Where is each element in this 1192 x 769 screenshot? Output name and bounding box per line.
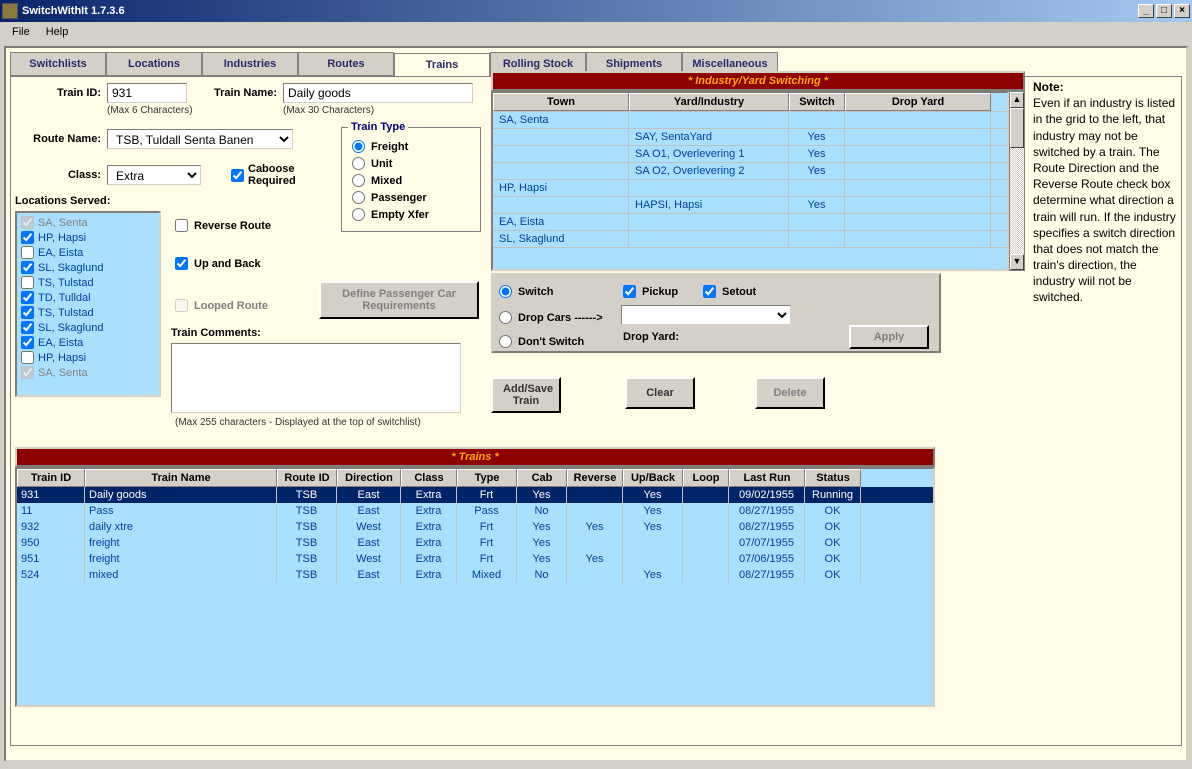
titlebar: SwitchWithIt 1.7.3.6 _ □ ×: [0, 0, 1192, 22]
table-row[interactable]: SAY, SentaYardYes: [493, 129, 1007, 146]
list-item[interactable]: SA, Senta: [19, 365, 157, 380]
hint-train-name: (Max 30 Characters): [283, 105, 374, 116]
tab-routes[interactable]: Routes: [298, 52, 394, 76]
scrollbar-industry[interactable]: ▲ ▼: [1009, 91, 1025, 271]
table-row[interactable]: 932daily xtreTSBWestExtraFrtYesYesYes08/…: [17, 519, 933, 535]
group-train-type: Train Type FreightUnitMixedPassengerEmpt…: [341, 127, 481, 232]
label-train-id: Train ID:: [21, 87, 101, 99]
label-route-name: Route Name:: [11, 133, 101, 145]
list-item[interactable]: SL, Skaglund: [19, 320, 157, 335]
close-button[interactable]: ×: [1174, 4, 1190, 18]
minimize-button[interactable]: _: [1138, 4, 1154, 18]
note-heading: Note:: [1033, 79, 1177, 95]
input-train-name[interactable]: [283, 83, 473, 103]
radio-traintype-mixed[interactable]: [352, 174, 365, 187]
table-row[interactable]: 11PassTSBEastExtraPassNoYes08/27/1955OK: [17, 503, 933, 519]
select-class[interactable]: Extra: [107, 165, 201, 185]
label-drop-yard: Drop Yard:: [623, 331, 679, 343]
list-item[interactable]: TS, Tulstad: [19, 305, 157, 320]
button-apply: Apply: [849, 325, 929, 349]
checkbox-reverse-route[interactable]: [175, 219, 188, 232]
list-locations-served[interactable]: SA, SentaHP, HapsiEA, EistaSL, SkaglundT…: [15, 211, 161, 397]
checkbox-up-and-back[interactable]: [175, 257, 188, 270]
table-row[interactable]: SA O1, Overlevering 1Yes: [493, 146, 1007, 163]
list-item[interactable]: SA, Senta: [19, 215, 157, 230]
list-item[interactable]: HP, Hapsi: [19, 350, 157, 365]
menu-file[interactable]: File: [4, 24, 38, 40]
label-locations-served: Locations Served:: [15, 195, 110, 207]
panel-switch: Switch Drop Cars ------> Don't Switch Pi…: [491, 273, 941, 353]
label-class: Class:: [51, 169, 101, 181]
radio-traintype-passenger[interactable]: [352, 191, 365, 204]
tab-trains[interactable]: Trains: [394, 53, 490, 77]
legend-train-type: Train Type: [348, 121, 408, 133]
textarea-train-comments[interactable]: [171, 343, 461, 413]
checkbox-setout[interactable]: [703, 285, 716, 298]
radio-traintype-empty-xfer[interactable]: [352, 208, 365, 221]
button-delete: Delete: [755, 377, 825, 409]
radio-drop-cars[interactable]: [499, 311, 512, 324]
radio-dont-switch[interactable]: [499, 335, 512, 348]
table-row[interactable]: EA, Eista: [493, 214, 1007, 231]
checkbox-looped-route: [175, 299, 188, 312]
button-add-save-train[interactable]: Add/Save Train: [491, 377, 561, 413]
input-train-id[interactable]: [107, 83, 187, 103]
table-row[interactable]: HP, Hapsi: [493, 180, 1007, 197]
table-row[interactable]: 524mixedTSBEastExtraMixedNoYes08/27/1955…: [17, 567, 933, 583]
tab-switchlists[interactable]: Switchlists: [10, 52, 106, 76]
banner-industry: * Industry/Yard Switching *: [491, 71, 1025, 91]
window-title: SwitchWithIt 1.7.3.6: [22, 5, 1136, 17]
select-route-name[interactable]: TSB, Tuldall Senta Banen: [107, 129, 293, 149]
radio-switch[interactable]: [499, 285, 512, 298]
table-row[interactable]: 951freightTSBWestExtraFrtYesYes07/06/195…: [17, 551, 933, 567]
table-row[interactable]: SA, Senta: [493, 112, 1007, 129]
list-item[interactable]: TS, Tulstad: [19, 275, 157, 290]
content: SwitchlistsLocationsIndustriesRoutesTrai…: [4, 46, 1188, 762]
hint-train-comments: (Max 255 characters - Displayed at the t…: [175, 417, 421, 428]
tab-locations[interactable]: Locations: [106, 52, 202, 76]
label-reverse-route: Reverse Route: [194, 220, 271, 232]
checkbox-pickup[interactable]: [623, 285, 636, 298]
list-item[interactable]: EA, Eista: [19, 245, 157, 260]
radio-traintype-freight[interactable]: [352, 140, 365, 153]
list-item[interactable]: HP, Hapsi: [19, 230, 157, 245]
maximize-button[interactable]: □: [1156, 4, 1172, 18]
scroll-down-icon[interactable]: ▼: [1010, 254, 1024, 270]
scroll-up-icon[interactable]: ▲: [1010, 92, 1024, 108]
grid-trains[interactable]: Train IDTrain NameRoute IDDirectionClass…: [15, 467, 935, 707]
list-item[interactable]: SL, Skaglund: [19, 260, 157, 275]
banner-trains: * Trains *: [15, 447, 935, 467]
note-box: Note: Even if an industry is listed in t…: [1029, 77, 1181, 308]
list-item[interactable]: TD, Tulldal: [19, 290, 157, 305]
label-looped-route: Looped Route: [194, 300, 268, 312]
hint-train-id: (Max 6 Characters): [107, 105, 193, 116]
table-row[interactable]: HAPSI, HapsiYes: [493, 197, 1007, 214]
table-row[interactable]: 950freightTSBEastExtraFrtYes07/07/1955OK: [17, 535, 933, 551]
label-train-name: Train Name:: [197, 87, 277, 99]
label-train-comments: Train Comments:: [171, 327, 261, 339]
checkbox-caboose-required[interactable]: [231, 169, 244, 182]
tab-industries[interactable]: Industries: [202, 52, 298, 76]
radio-traintype-unit[interactable]: [352, 157, 365, 170]
select-drop-cars[interactable]: [621, 305, 791, 325]
label-caboose-required: Caboose Required: [248, 163, 308, 187]
app-icon: [2, 3, 18, 19]
table-row[interactable]: 931Daily goodsTSBEastExtraFrtYesYes09/02…: [17, 487, 933, 503]
label-up-and-back: Up and Back: [194, 258, 261, 270]
tab-panel-trains: Train ID: (Max 6 Characters) Train Name:…: [10, 76, 1182, 746]
menubar: File Help: [0, 22, 1192, 42]
button-define-passenger: Define Passenger Car Requirements: [319, 281, 479, 319]
button-clear[interactable]: Clear: [625, 377, 695, 409]
grid-industry[interactable]: TownYard/IndustrySwitchDrop YardSA, Sent…: [491, 91, 1009, 271]
menu-help[interactable]: Help: [38, 24, 77, 40]
note-body: Even if an industry is listed in the gri…: [1033, 95, 1177, 305]
scroll-thumb[interactable]: [1010, 108, 1024, 148]
list-item[interactable]: EA, Eista: [19, 335, 157, 350]
table-row[interactable]: SL, Skaglund: [493, 231, 1007, 248]
table-row[interactable]: SA O2, Overlevering 2Yes: [493, 163, 1007, 180]
